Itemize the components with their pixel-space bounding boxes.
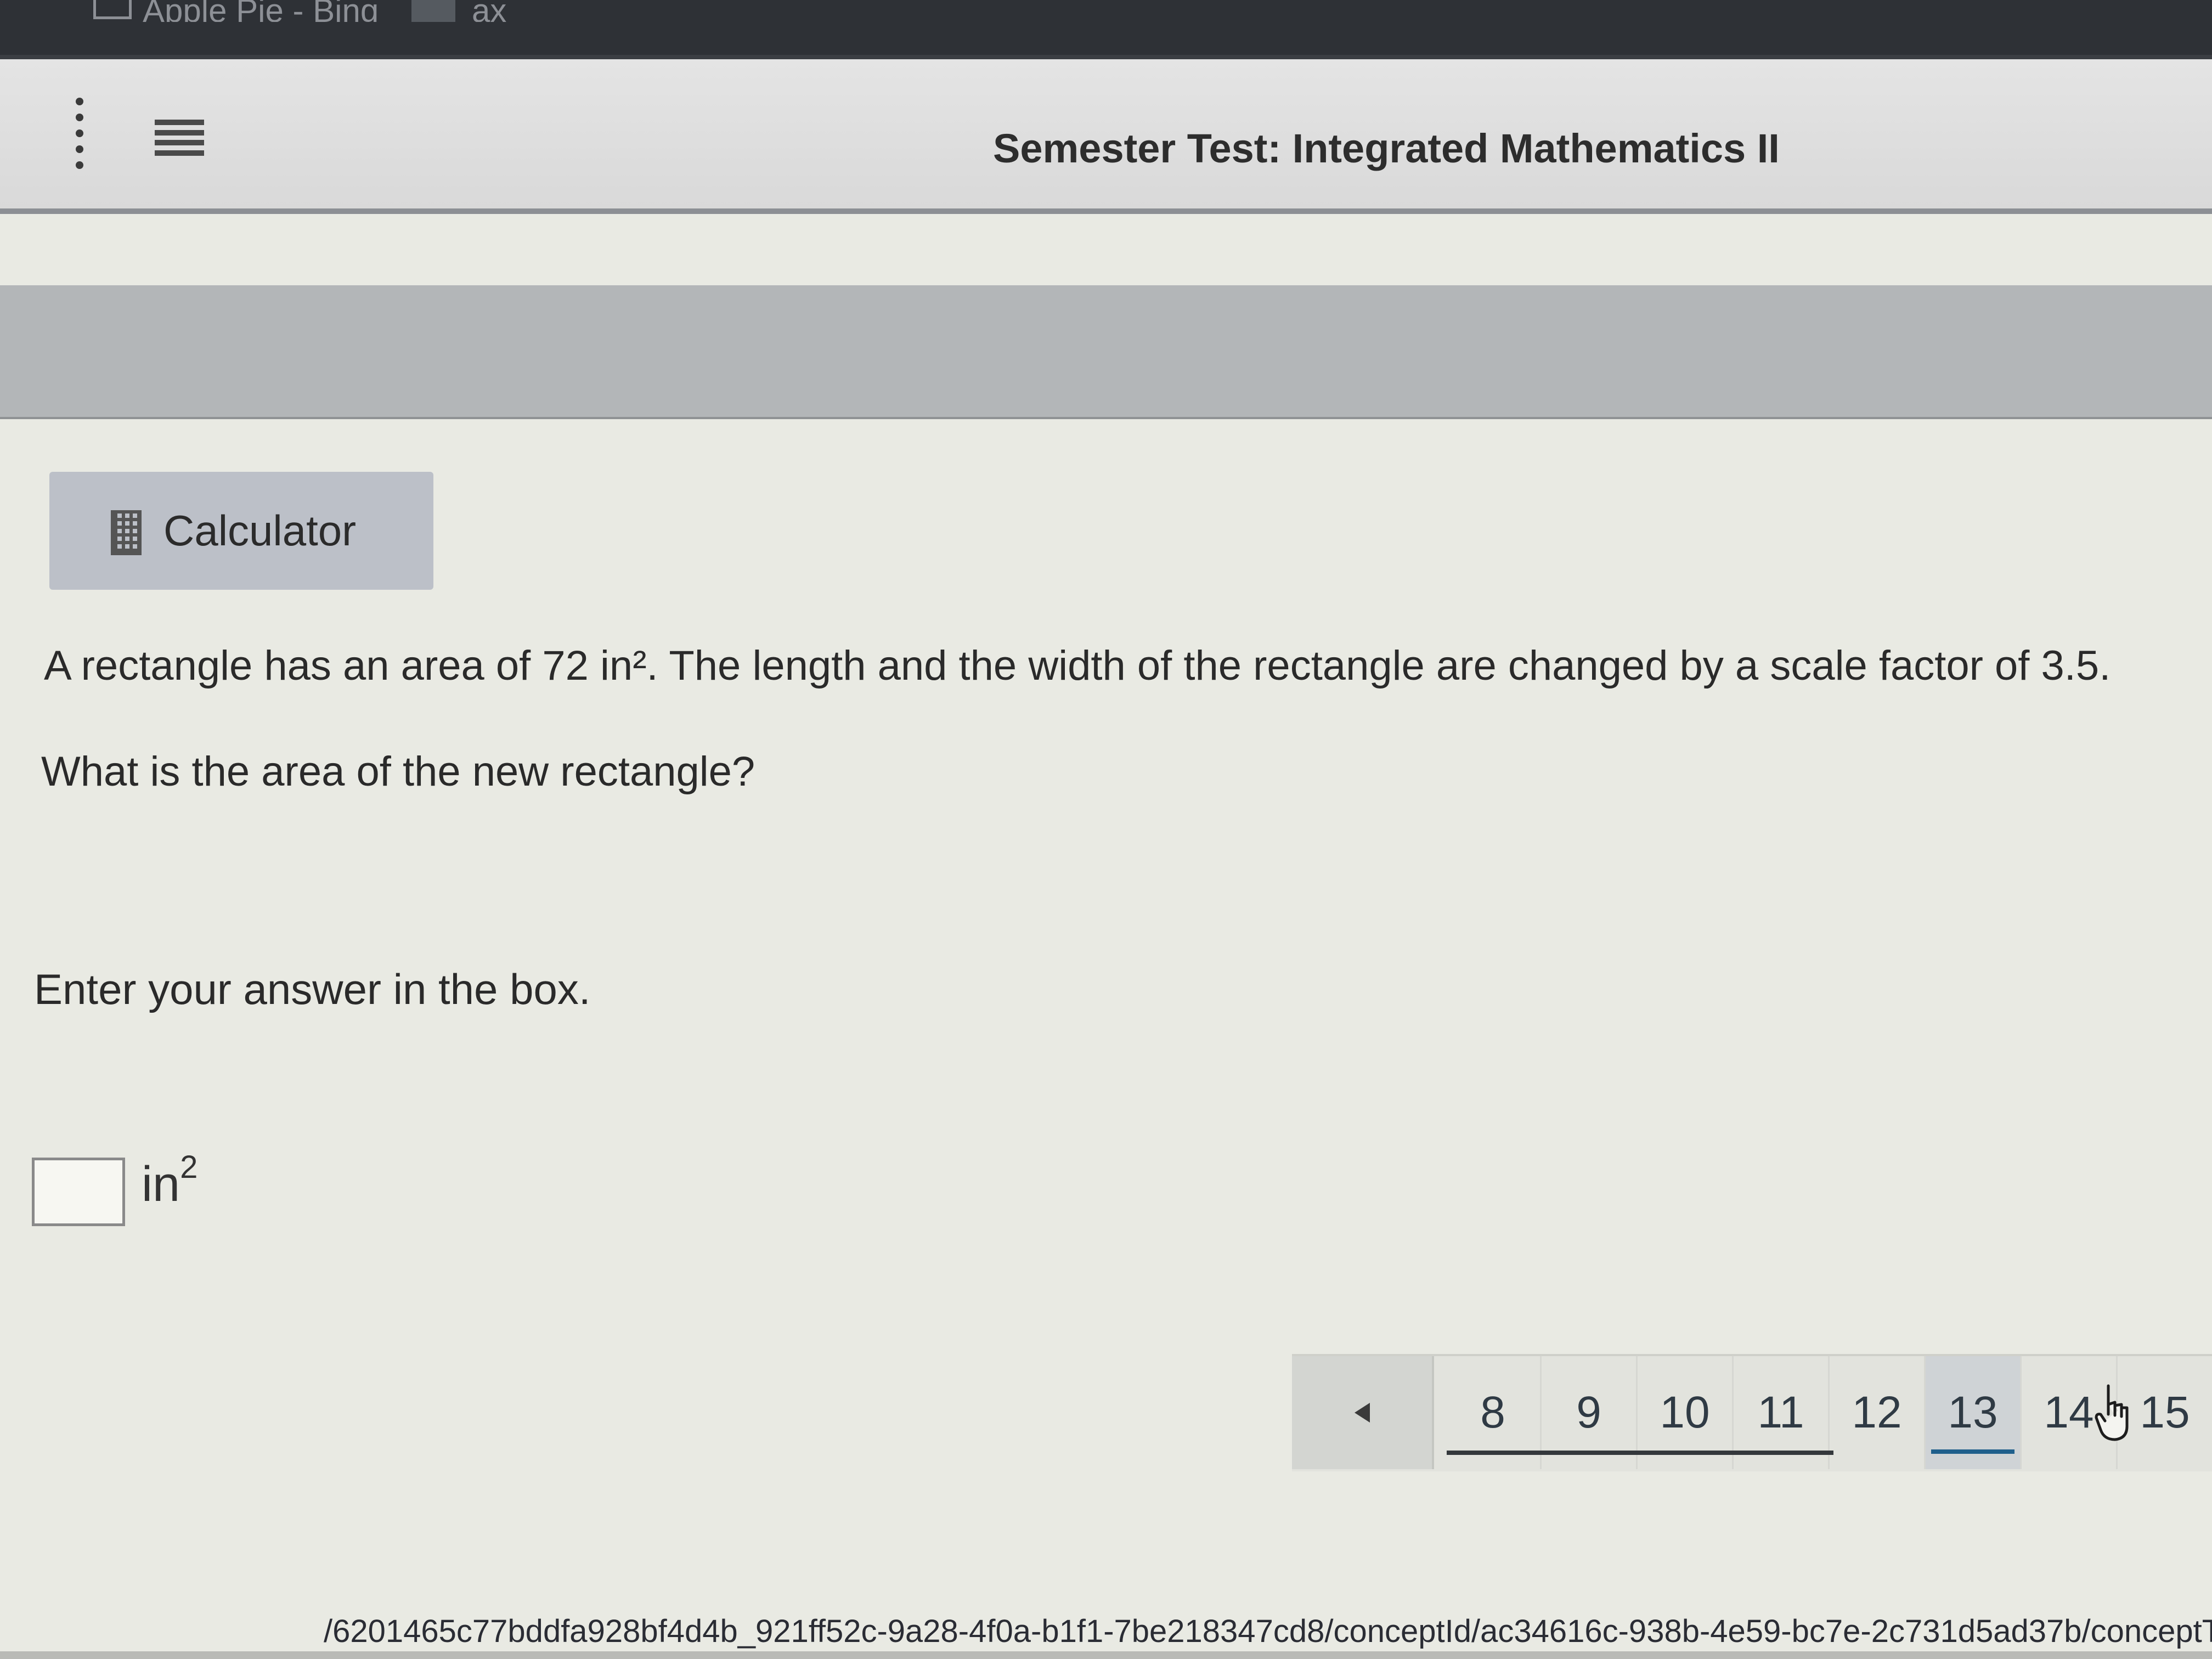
previous-page-button[interactable] bbox=[1292, 1356, 1434, 1469]
page-number-12[interactable]: 12 bbox=[1830, 1356, 1926, 1469]
chevron-left-icon bbox=[1354, 1403, 1370, 1423]
question-text: A rectangle has an area of 72 in². The l… bbox=[44, 642, 2111, 689]
unit-base: in bbox=[142, 1157, 180, 1212]
bookmark-link[interactable]: Apple Pie - Bing bbox=[143, 0, 379, 22]
page: Apple Pie - Bing ax Semester Test: Integ… bbox=[0, 0, 2212, 1659]
calculator-button[interactable]: Calculator bbox=[49, 472, 433, 590]
question-prompt: What is the area of the new rectangle? bbox=[41, 748, 755, 795]
header-band bbox=[0, 285, 2212, 419]
answer-input[interactable] bbox=[32, 1158, 125, 1226]
page-number-15[interactable]: 15 bbox=[2118, 1356, 2212, 1469]
answer-instructions: Enter your answer in the box. bbox=[34, 965, 591, 1013]
bookmark-favicon-icon bbox=[411, 0, 455, 22]
hamburger-menu-icon[interactable] bbox=[155, 120, 204, 156]
app-header: Semester Test: Integrated Mathematics II bbox=[0, 55, 2212, 214]
bookmark-link-2[interactable]: ax bbox=[472, 0, 506, 22]
pager-progress-line bbox=[1447, 1451, 1833, 1455]
browser-bookmarks-bar: Apple Pie - Bing ax bbox=[0, 0, 2212, 55]
calculator-icon bbox=[111, 510, 142, 555]
question-pager: 8 9 10 11 12 13 14 15 bbox=[1292, 1354, 2212, 1471]
page-number-13[interactable]: 13 bbox=[1926, 1356, 2022, 1469]
page-title: Semester Test: Integrated Mathematics II bbox=[993, 126, 1780, 171]
calculator-label: Calculator bbox=[163, 506, 357, 555]
status-bar-url: /6201465c77bddfa928bf4d4b_921ff52c-9a28-… bbox=[324, 1613, 2212, 1649]
bookmark-icon bbox=[93, 0, 132, 19]
status-bar bbox=[0, 1651, 2212, 1659]
kebab-menu-icon[interactable] bbox=[71, 98, 88, 169]
hand-cursor-icon bbox=[2095, 1384, 2129, 1441]
unit-exponent: 2 bbox=[180, 1149, 198, 1185]
answer-unit: in2 bbox=[142, 1149, 198, 1213]
